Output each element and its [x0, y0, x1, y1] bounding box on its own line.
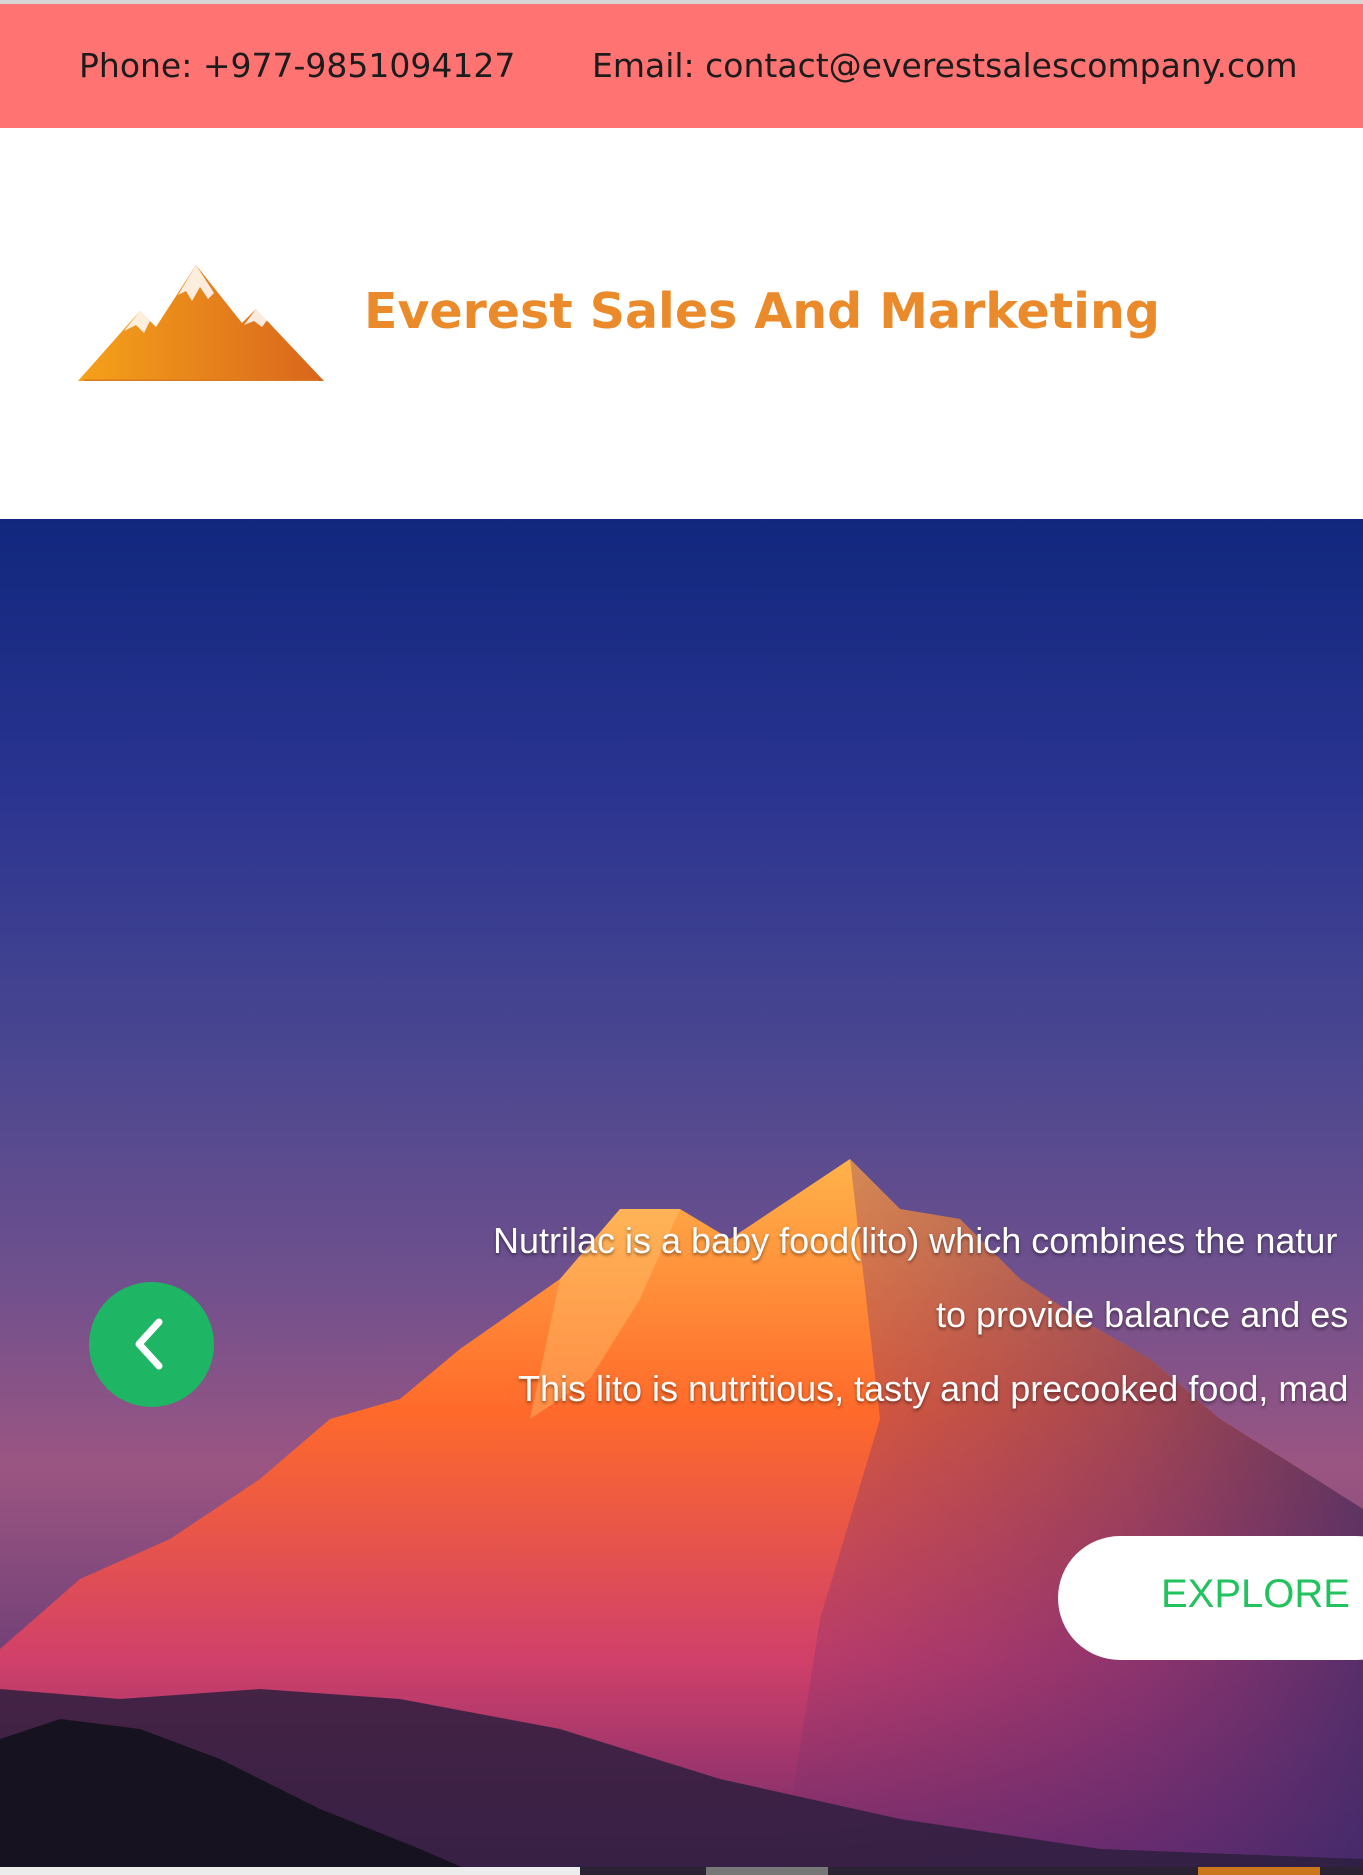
carousel-prev-button[interactable]: [89, 1282, 214, 1407]
hero-description-line-2: to provide balance and es: [936, 1294, 1349, 1335]
carousel-indicator-strip: [0, 1867, 1363, 1875]
explore-button-label: EXPLORE: [1161, 1572, 1350, 1616]
indicator-segment[interactable]: [706, 1867, 828, 1875]
indicator-segment[interactable]: [0, 1867, 580, 1875]
explore-button[interactable]: EXPLORE: [1058, 1536, 1363, 1660]
mountain-logo-icon[interactable]: [78, 265, 324, 381]
page: Phone: +977-9851094127 Email: contact@ev…: [0, 0, 1363, 1875]
hero-carousel: NU: [0, 519, 1363, 1875]
contact-bar: Phone: +977-9851094127 Email: contact@ev…: [0, 0, 1363, 128]
hero-description-line-3: This lito is nutritious, tasty and preco…: [518, 1368, 1349, 1409]
phone-number[interactable]: Phone: +977-9851094127: [79, 46, 515, 85]
mountain-backdrop-image: [0, 1159, 1363, 1875]
site-title[interactable]: Everest Sales And Marketing: [364, 283, 1160, 340]
chevron-left-icon: [135, 1318, 163, 1370]
hero-description-line-1: Nutrilac is a baby food(lito) which comb…: [493, 1220, 1338, 1261]
indicator-segment[interactable]: [1198, 1867, 1320, 1875]
email-address[interactable]: Email: contact@everestsalescompany.com: [592, 46, 1298, 85]
